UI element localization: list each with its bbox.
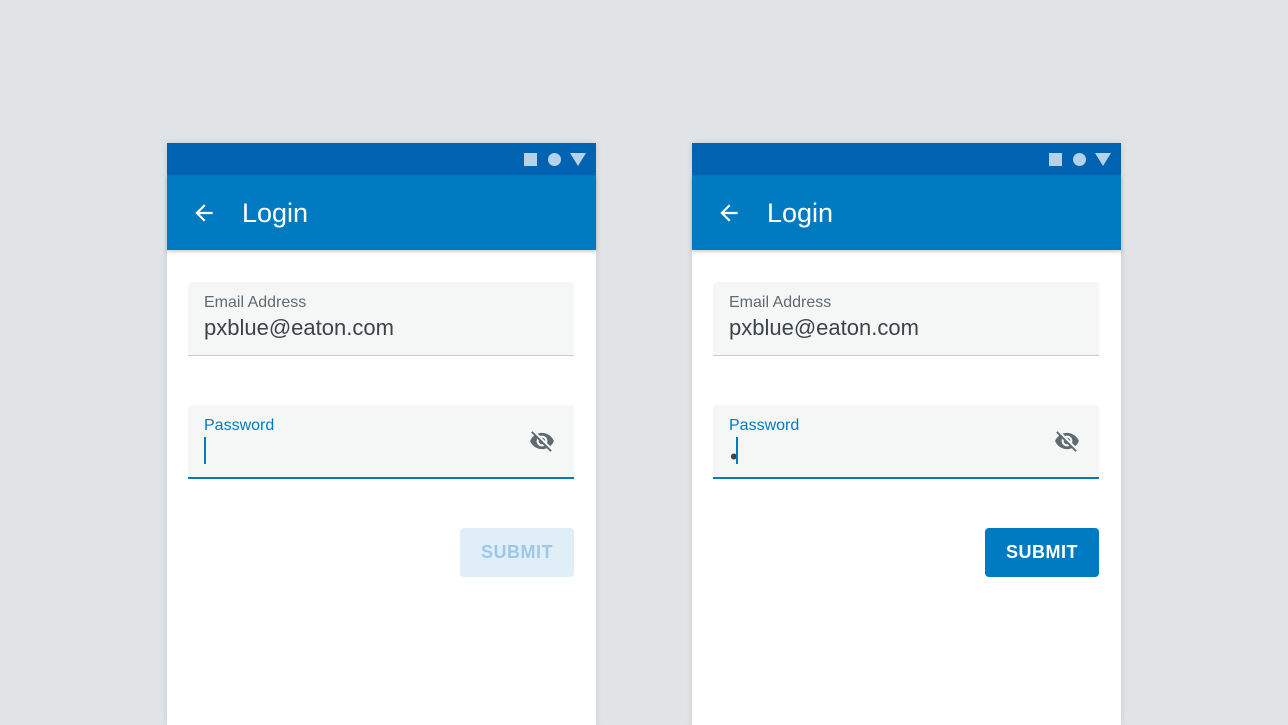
email-field[interactable]: Email Address pxblue@eaton.com [188, 282, 574, 356]
status-bar [167, 143, 596, 175]
arrow-back-icon[interactable] [716, 200, 742, 226]
app-bar: Login [692, 175, 1121, 250]
email-label: Email Address [204, 294, 307, 311]
email-value[interactable]: pxblue@eaton.com [729, 315, 919, 341]
eye-off-icon[interactable] [1052, 428, 1082, 454]
submit-button[interactable]: SUBMIT [985, 528, 1099, 577]
password-field[interactable]: Password • [713, 405, 1099, 479]
arrow-back-icon[interactable] [191, 200, 217, 226]
email-value[interactable]: pxblue@eaton.com [204, 315, 394, 341]
page-title: Login [767, 198, 834, 228]
page-title: Login [242, 198, 309, 228]
email-label: Email Address [729, 294, 832, 311]
app-bar: Login [167, 175, 596, 250]
triangle-icon [570, 152, 586, 166]
login-screen-typing: Login Email Address pxblue@eaton.com Pas… [692, 143, 1121, 725]
status-bar [692, 143, 1121, 175]
text-cursor [204, 437, 206, 464]
circle-icon [1073, 152, 1086, 166]
eye-off-icon[interactable] [527, 428, 557, 454]
password-label: Password [729, 417, 800, 434]
login-screen-empty: Login Email Address pxblue@eaton.com Pas… [167, 143, 596, 725]
email-field[interactable]: Email Address pxblue@eaton.com [713, 282, 1099, 356]
status-icons [524, 152, 586, 166]
circle-icon [548, 152, 561, 166]
square-icon [1049, 152, 1062, 166]
submit-button[interactable]: SUBMIT [460, 528, 574, 577]
password-label: Password [204, 417, 275, 434]
password-field[interactable]: Password [188, 405, 574, 479]
square-icon [524, 152, 537, 166]
triangle-icon [1095, 152, 1111, 166]
status-icons [1049, 152, 1111, 166]
text-cursor [736, 437, 738, 464]
